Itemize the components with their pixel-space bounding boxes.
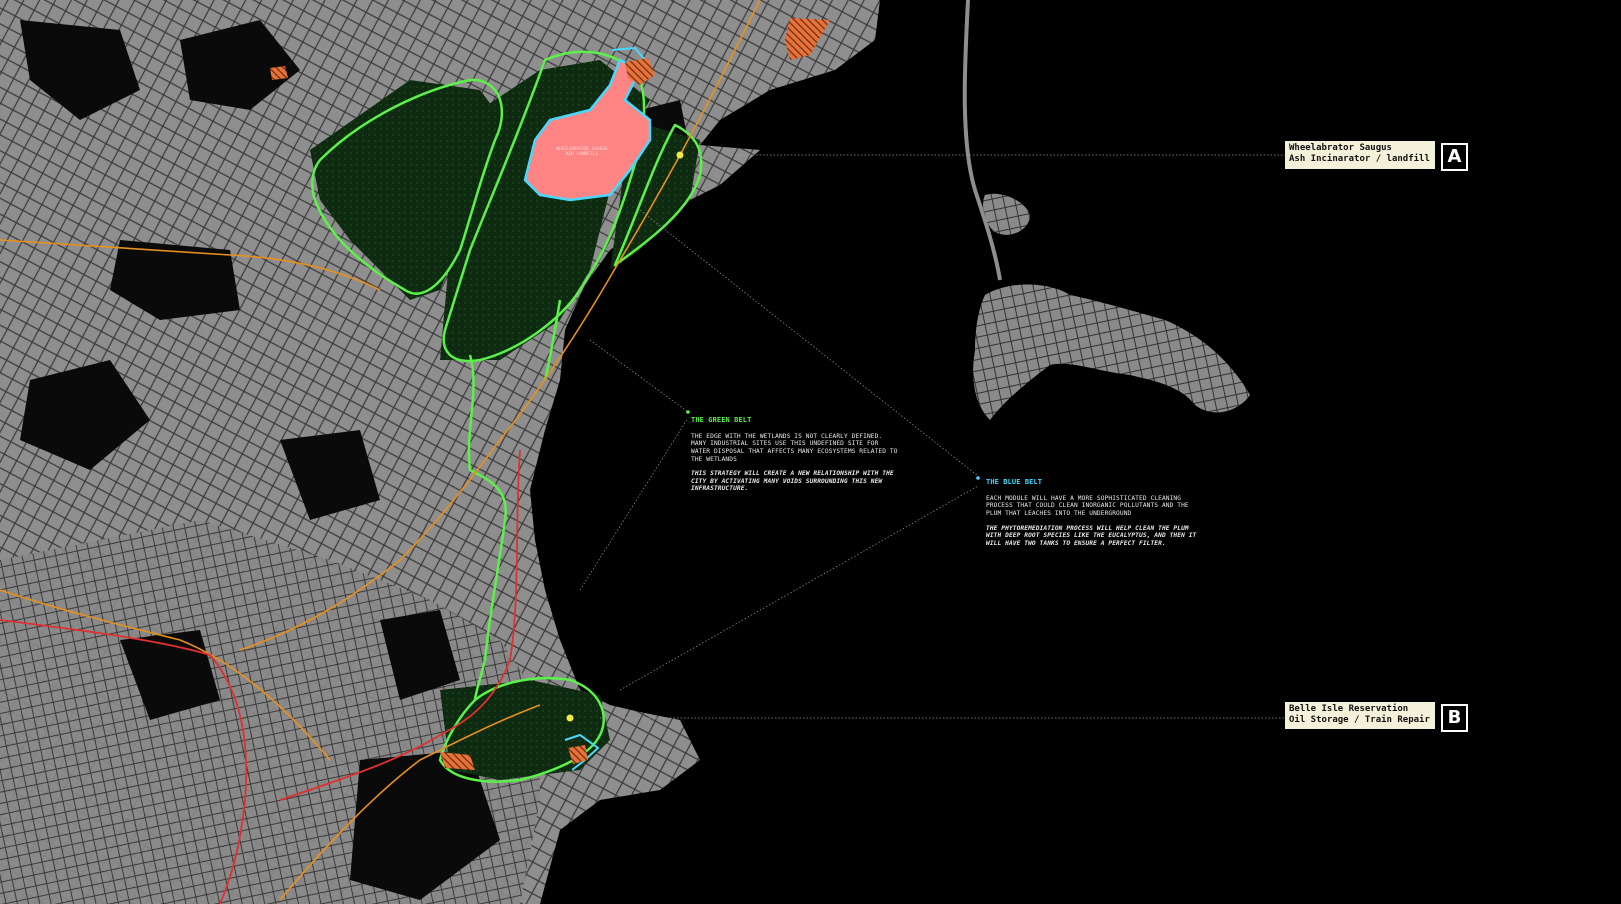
callout-site-a[interactable]: Wheelabrator Saugus Ash Incinarator / la…: [1285, 141, 1435, 169]
green-belt-emphasis: THIS STRATEGY WILL CREATE A NEW RELATION…: [691, 470, 894, 493]
callout-a-line2: Ash Incinarator / landfill: [1289, 154, 1430, 164]
callout-b-line1: Belle Isle Reservation: [1289, 704, 1409, 714]
blue-belt-note: THE BLUE BELT EACH MODULE WILL HAVE A MO…: [986, 471, 1206, 555]
landfill-label: WHEELABRATOR SAUGUS ASH LANDFILL: [556, 147, 608, 157]
blue-belt-body: EACH MODULE WILL HAVE A MORE SOPHISTICAT…: [986, 494, 1189, 517]
green-belt-body: THE EDGE WITH THE WETLANDS IS NOT CLEARL…: [691, 432, 898, 463]
blue-note-pin: [976, 476, 980, 480]
green-belt-note: THE GREEN BELT THE EDGE WITH THE WETLAND…: [691, 409, 901, 501]
site-b-letter: B: [1441, 704, 1468, 732]
blue-belt-title: THE BLUE BELT: [986, 477, 1043, 486]
green-note-pin: [686, 410, 690, 414]
callout-b-line2: Oil Storage / Train Repair: [1289, 715, 1430, 725]
site-a-marker[interactable]: [676, 151, 684, 159]
green-belt-title: THE GREEN BELT: [691, 415, 752, 424]
callout-a-line1: Wheelabrator Saugus: [1289, 143, 1392, 153]
blue-belt-emphasis: THE PHYTOREMEDIATION PROCESS WILL HELP C…: [986, 524, 1197, 547]
callout-site-b[interactable]: Belle Isle Reservation Oil Storage / Tra…: [1285, 702, 1435, 729]
site-a-letter: A: [1441, 143, 1468, 171]
site-b-marker[interactable]: [566, 714, 574, 722]
